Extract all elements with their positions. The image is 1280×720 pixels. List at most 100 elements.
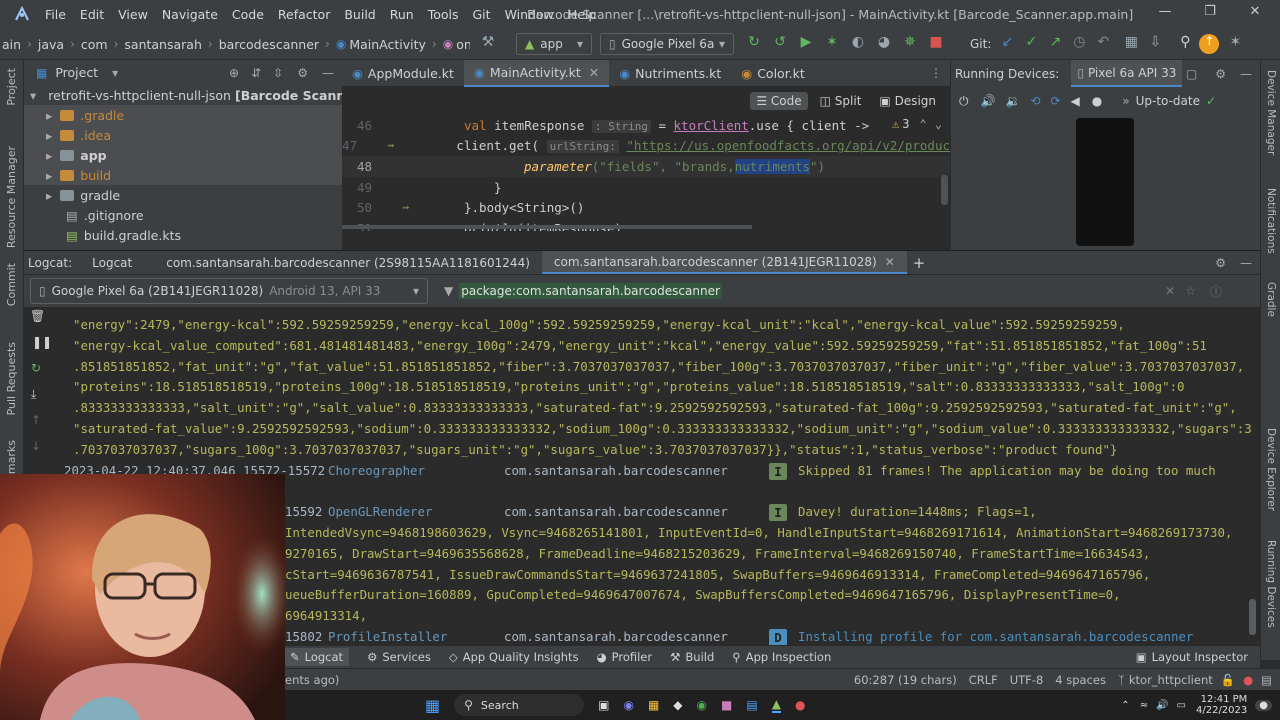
rollback-icon[interactable]: ↶ [1093, 34, 1113, 54]
rotate-left-icon[interactable]: ⟲ [1030, 94, 1040, 108]
favorite-icon[interactable]: ☆ [1185, 284, 1196, 298]
running-devices-tool-tab[interactable]: Running Devices [1265, 540, 1277, 628]
gear-icon[interactable]: ⚙ [297, 66, 308, 80]
git-branch[interactable]: ktor_httpclient [1129, 673, 1213, 687]
close-icon[interactable]: ✕ [1243, 4, 1267, 24]
caret-position[interactable]: 60:287 (19 chars) [854, 673, 957, 687]
split-mode-button[interactable]: ◫ Split [814, 92, 868, 110]
logcat-tab-main[interactable]: Logcat [80, 251, 144, 274]
menu-view[interactable]: View [118, 7, 148, 22]
rotate-right-icon[interactable]: ⟳ [1050, 94, 1060, 108]
profile-icon[interactable]: ◐ [848, 34, 868, 54]
logcat-tab-device-2[interactable]: com.santansarah.barcodescanner (2B141JEG… [541, 251, 907, 274]
rerun-icon[interactable]: ↻ [744, 34, 764, 54]
task-view-icon[interactable]: ▣ [598, 698, 609, 712]
pause-icon[interactable]: ❚❚ [24, 335, 52, 361]
hide-icon[interactable]: — [322, 66, 334, 80]
attach-debugger-icon[interactable]: ✵ [900, 34, 920, 54]
restore-icon[interactable]: ❐ [1198, 4, 1222, 24]
breadcrumb-module[interactable]: ain [2, 37, 21, 52]
device-tab[interactable]: ▯ Pixel 6a API 33 [1071, 60, 1183, 87]
git-commit-icon[interactable]: ✓ [1021, 34, 1041, 54]
breadcrumb-mainactivity[interactable]: MainActivity [349, 37, 426, 52]
device-manager-tool-tab[interactable]: Device Manager [1265, 70, 1277, 155]
project-tool-tab[interactable]: Project [5, 68, 18, 106]
horizontal-scrollbar[interactable] [342, 225, 752, 229]
help-icon[interactable]: ⓘ [1210, 283, 1222, 300]
close-tab-icon[interactable]: ✕ [885, 255, 895, 269]
trash-icon[interactable]: 🗑 [24, 309, 52, 335]
logcat-scrollbar[interactable] [1249, 599, 1256, 635]
device-screen[interactable] [1076, 118, 1134, 246]
menu-tools[interactable]: Tools [428, 7, 459, 22]
tree-item-gradle-folder[interactable]: ▸ .gradle [24, 105, 342, 125]
breadcrumb-santansarah[interactable]: santansarah [124, 37, 201, 52]
menu-navigate[interactable]: Navigate [162, 7, 218, 22]
hide-icon[interactable]: — [1240, 67, 1252, 81]
locate-icon[interactable]: ⊕ [229, 66, 239, 80]
hammer-icon[interactable]: ⚒ [478, 34, 498, 54]
commit-tool-tab[interactable]: Commit [5, 263, 18, 306]
tree-item-root[interactable]: ▾ retrofit-vs-httpclient-null-json [Barc… [24, 85, 342, 105]
taskbar-search[interactable]: ⚲ Search [454, 694, 585, 716]
hide-icon[interactable]: — [1240, 256, 1252, 270]
volume-down-icon[interactable]: 🔉 [1005, 94, 1020, 108]
breadcrumb-barcodescanner[interactable]: barcodescanner [219, 37, 319, 52]
run-config-select[interactable]: ▲ app ▾ [516, 33, 592, 55]
tree-item-idea[interactable]: ▸ .idea [24, 125, 342, 145]
power-icon[interactable]: ⏻ [959, 94, 969, 109]
chevron-down-icon[interactable]: ⌄ [935, 117, 942, 131]
gradle-tool-tab[interactable]: Gradle [1265, 282, 1277, 317]
breadcrumb-java[interactable]: java [38, 37, 64, 52]
pull-requests-tool-tab[interactable]: Pull Requests [5, 342, 18, 415]
jetbrains-icon[interactable]: ■ [721, 698, 732, 712]
tree-item-gradle[interactable]: ▸ gradle [24, 185, 342, 205]
gauge-icon[interactable]: ◕ [874, 34, 894, 54]
logcat-tool-button[interactable]: ✎ Logcat [284, 648, 350, 666]
gemini-icon[interactable]: ✶ [1225, 34, 1245, 54]
search-icon[interactable]: ⚲ [1175, 34, 1195, 54]
windows-start-icon[interactable]: ▦ [425, 696, 440, 715]
device-select[interactable]: ▯ Google Pixel 6a ▾ [600, 33, 734, 55]
layout-inspector-button[interactable]: ▣ Layout Inspector [1136, 650, 1248, 664]
device-explorer-tool-tab[interactable]: Device Explorer [1265, 428, 1277, 511]
profiler-tool-button[interactable]: ◕ Profiler [597, 650, 653, 664]
menu-run[interactable]: Run [390, 7, 414, 22]
scroll-to-end-icon[interactable]: ⤓ [24, 387, 52, 413]
breadcrumb-com[interactable]: com [81, 37, 108, 52]
app-icon[interactable]: ◆ [673, 698, 682, 712]
home-icon[interactable]: ● [1092, 94, 1102, 108]
memory-icon[interactable]: ▤ [1261, 673, 1272, 687]
taskbar-clock[interactable]: 12:41 PM 4/22/2023 [1196, 694, 1247, 716]
file-explorer-icon[interactable]: ▦ [648, 698, 659, 712]
breadcrumb-oncreate[interactable]: onCreate [456, 37, 470, 52]
indent-setting[interactable]: 4 spaces [1055, 673, 1106, 687]
updates-icon[interactable]: ↑ [1199, 34, 1220, 54]
clear-icon[interactable]: ✕ [1165, 284, 1175, 298]
chevron-up-icon[interactable]: ⌃ [1121, 700, 1129, 711]
tab-color[interactable]: ◉ Color.kt [731, 60, 815, 87]
minimize-icon[interactable]: — [1153, 4, 1177, 24]
code-mode-button[interactable]: ☰ Code [750, 92, 808, 110]
device-manager-icon[interactable]: ▦ [1121, 34, 1141, 54]
app-inspection-button[interactable]: ⚲ App Inspection [732, 650, 831, 664]
android-studio-taskbar-icon[interactable]: ▲ [771, 697, 781, 713]
menu-refactor[interactable]: Refactor [278, 7, 330, 22]
add-tab-icon[interactable]: + [913, 254, 926, 272]
app-quality-insights-button[interactable]: ◇ App Quality Insights [449, 650, 579, 664]
up-icon[interactable]: ↑ [24, 413, 52, 439]
file-encoding[interactable]: UTF-8 [1010, 673, 1044, 687]
chevron-up-icon[interactable]: ⌃ [920, 117, 927, 131]
tree-item-build-gradle-kts[interactable]: ▤ build.gradle.kts [24, 225, 342, 245]
wifi-icon[interactable]: ≈ [1140, 700, 1148, 711]
inspection-widget[interactable]: ⚠ 3 ⌃ ⌄ [892, 117, 942, 131]
apply-changes-icon[interactable]: ↺ [770, 34, 790, 54]
build-tool-button[interactable]: ⚒ Build [670, 650, 714, 664]
git-push-icon[interactable]: ↗ [1045, 34, 1065, 54]
tab-appmodule[interactable]: ◉ AppModule.kt [342, 60, 464, 87]
debug-icon[interactable]: ✶ [822, 34, 842, 54]
battery-icon[interactable]: ▭ [1177, 700, 1186, 711]
menu-build[interactable]: Build [344, 7, 375, 22]
recorder-icon[interactable]: ● [795, 698, 805, 712]
notification-count-icon[interactable]: ● [1255, 699, 1272, 711]
